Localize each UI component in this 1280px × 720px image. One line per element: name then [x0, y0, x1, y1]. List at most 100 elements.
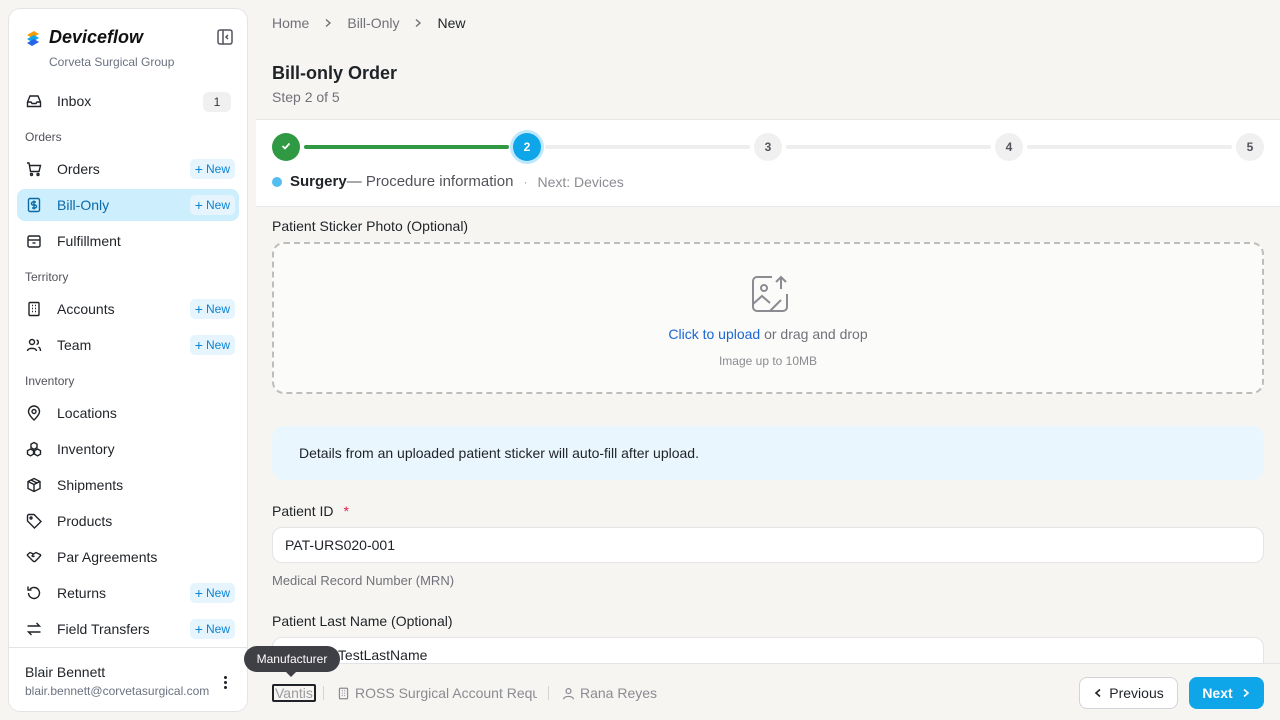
section-label-inventory: Inventory: [25, 374, 75, 388]
step-2-current[interactable]: 2: [513, 133, 541, 161]
upload-instructions: Click to upload or drag and drop: [274, 326, 1262, 342]
patient-last-name-label: Patient Last Name (Optional): [272, 613, 453, 629]
breadcrumb-bill-only[interactable]: Bill-Only: [347, 15, 399, 31]
sidebar-item-par-agreements[interactable]: Par Agreements: [17, 541, 239, 573]
step-3: 3: [754, 133, 782, 161]
user-profile: Blair Bennett blair.bennett@corvetasurgi…: [9, 647, 247, 711]
autofill-info-banner: Details from an uploaded patient sticker…: [272, 426, 1264, 480]
sticker-photo-label: Patient Sticker Photo (Optional): [272, 218, 469, 234]
chevron-left-icon: [1093, 685, 1103, 701]
image-upload-icon: [750, 274, 790, 314]
step-5: 5: [1236, 133, 1264, 161]
step-connector-1: [304, 145, 509, 149]
sidebar-item-locations[interactable]: Locations: [17, 397, 239, 429]
sidebar-item-inbox[interactable]: Inbox 1: [17, 85, 239, 117]
new-return-button[interactable]: + New: [189, 583, 235, 603]
return-icon: [25, 584, 43, 602]
sidebar-item-label: Locations: [57, 405, 117, 421]
breadcrumb: Home Bill-Only New: [272, 15, 466, 31]
cart-icon: [25, 160, 43, 178]
user-icon: [563, 687, 574, 699]
new-field-transfer-button[interactable]: + New: [189, 619, 235, 639]
new-account-button[interactable]: + New: [189, 299, 235, 319]
section-label-orders: Orders: [25, 130, 62, 144]
dollar-doc-icon: [25, 196, 43, 214]
step-name: Surgery: [290, 173, 347, 190]
user-name: Blair Bennett: [25, 664, 106, 680]
boxes-icon: [25, 440, 43, 458]
check-icon: [280, 140, 292, 155]
next-button[interactable]: Next: [1189, 677, 1264, 709]
required-asterisk: *: [343, 503, 349, 519]
sidebar-item-label: Accounts: [57, 301, 115, 317]
sidebar-item-label: Par Agreements: [57, 549, 158, 565]
new-team-button[interactable]: + New: [189, 335, 235, 355]
sidebar-item-label: Field Transfers: [57, 621, 150, 637]
step-info: Surgery — Procedure information · Next: …: [272, 173, 624, 190]
sidebar-item-label: Products: [57, 513, 113, 529]
upload-hint: Image up to 10MB: [718, 354, 818, 368]
sidebar-item-team[interactable]: Team + New: [17, 329, 239, 361]
account-chip[interactable]: ROSS Surgical Account Request: [337, 684, 537, 702]
patient-id-label: Patient ID *: [272, 503, 349, 519]
inbox-icon: [25, 92, 43, 110]
sidebar-collapse-icon[interactable]: [215, 27, 235, 47]
transfer-icon: [25, 620, 43, 638]
drag-drop-text: or drag and drop: [764, 326, 868, 342]
sidebar-item-inventory[interactable]: Inventory: [17, 433, 239, 465]
org-name: Corveta Surgical Group: [49, 55, 175, 69]
divider: [548, 686, 549, 700]
stepper: 2 3 4 5 Surgery — Procedure information …: [256, 119, 1280, 207]
sidebar-item-orders[interactable]: Orders + New: [17, 153, 239, 185]
shipment-icon: [25, 476, 43, 494]
sidebar-item-products[interactable]: Products: [17, 505, 239, 537]
sidebar-item-shipments[interactable]: Shipments: [17, 469, 239, 501]
sidebar-item-label: Inventory: [57, 441, 115, 457]
step-1-complete[interactable]: [272, 133, 300, 161]
page-subtitle: Step 2 of 5: [272, 89, 340, 105]
new-order-button[interactable]: + New: [189, 159, 235, 179]
manufacturer-tooltip: Manufacturer: [244, 646, 340, 677]
breadcrumb-current: New: [437, 15, 466, 31]
tag-icon: [25, 512, 43, 530]
brand[interactable]: Deviceflow: [25, 27, 143, 48]
package-icon: [25, 232, 43, 250]
patient-id-help: Medical Record Number (MRN): [272, 573, 455, 588]
new-bill-only-button[interactable]: + New: [189, 195, 235, 215]
users-icon: [25, 336, 43, 354]
user-menu-icon[interactable]: [217, 672, 233, 692]
step-4: 4: [995, 133, 1023, 161]
sidebar-item-label: Bill-Only: [57, 197, 110, 213]
next-step-label: Next: Devices: [537, 173, 624, 190]
previous-button[interactable]: Previous: [1079, 677, 1178, 709]
manufacturer-chip[interactable]: Vantis: [272, 684, 316, 702]
step-description: — Procedure information: [346, 173, 514, 190]
sidebar-item-label: Shipments: [57, 477, 124, 493]
sidebar-item-returns[interactable]: Returns + New: [17, 577, 239, 609]
building-icon: [338, 687, 349, 699]
sidebar-item-bill-only[interactable]: Bill-Only + New: [17, 189, 239, 221]
sidebar-item-fulfillment[interactable]: Fulfillment: [17, 225, 239, 257]
patient-id-input[interactable]: [272, 527, 1264, 563]
click-to-upload-link[interactable]: Click to upload: [668, 326, 760, 342]
handshake-icon: [25, 548, 43, 566]
rep-chip[interactable]: Rana Reyes: [562, 684, 657, 702]
sidebar-item-accounts[interactable]: Accounts + New: [17, 293, 239, 325]
chevron-right-icon: [413, 18, 423, 28]
inbox-count-badge: 1: [203, 92, 231, 112]
sidebar: Deviceflow Corveta Surgical Group Inbox …: [8, 8, 248, 712]
deviceflow-logo-icon: [25, 30, 41, 46]
divider: [323, 686, 324, 700]
brand-name: Deviceflow: [49, 27, 144, 47]
sticker-dropzone[interactable]: Click to upload or drag and drop Image u…: [272, 242, 1264, 394]
breadcrumb-home[interactable]: Home: [272, 15, 309, 31]
map-pin-icon: [25, 404, 43, 422]
step-status-dot: [272, 176, 282, 187]
chevron-right-icon: [1241, 685, 1251, 701]
step-separator: ·: [523, 174, 528, 189]
sidebar-item-label: Team: [57, 337, 92, 353]
sidebar-item-label: Fulfillment: [57, 233, 121, 249]
sidebar-item-field-transfers[interactable]: Field Transfers + New: [17, 613, 239, 645]
sidebar-item-label: Returns: [57, 585, 107, 601]
sidebar-item-label: Inbox: [57, 93, 92, 109]
